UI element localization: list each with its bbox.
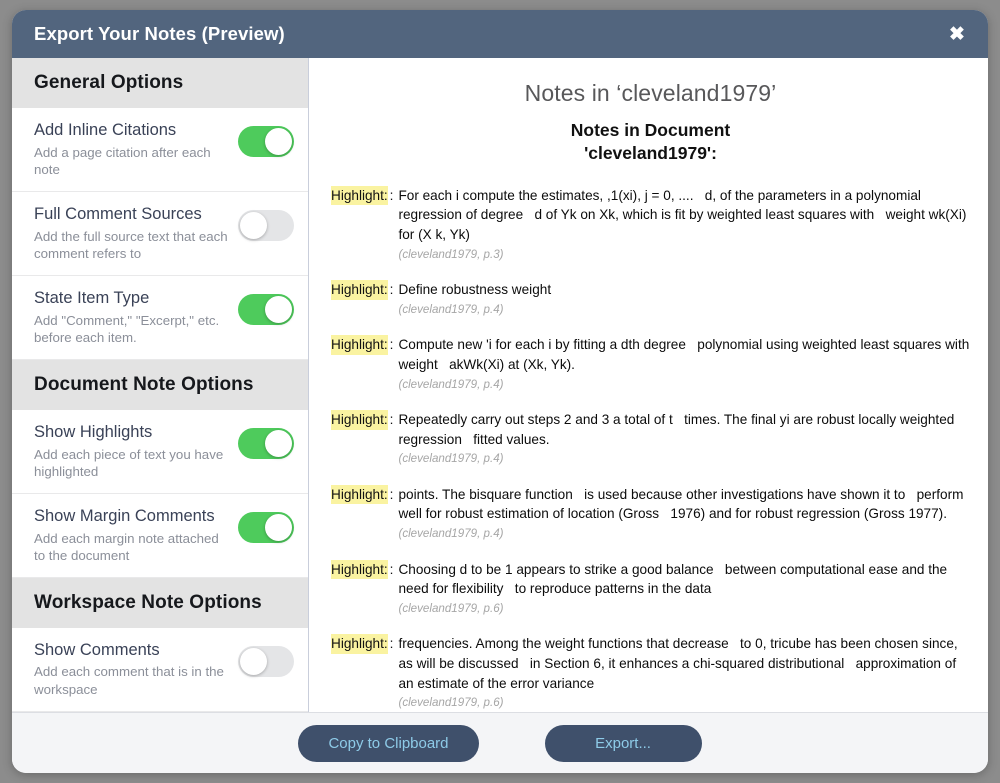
note-text: points. The bisquare function is used be… — [398, 486, 968, 522]
note-separator: : — [389, 187, 394, 203]
option-texts: Add Inline Citations Add a page citation… — [34, 120, 238, 179]
toggle-add-inline-citations[interactable] — [238, 126, 294, 157]
notes-subtitle: Notes in Document 'cleveland1979': — [331, 119, 970, 166]
option-texts: Show Margin Comments Add each margin not… — [34, 506, 238, 565]
option-texts: Show Comments Add each comment that is i… — [34, 640, 238, 699]
toggle-knob — [265, 513, 292, 541]
option-description: Add each margin note attached to the doc… — [34, 530, 219, 564]
option-row-add-inline-citations[interactable]: Add Inline Citations Add a page citation… — [12, 108, 308, 192]
option-title: State Item Type — [34, 288, 150, 307]
note-separator: : — [389, 561, 394, 577]
note-type-label: Highlight: — [331, 634, 388, 655]
export-button[interactable]: Export... — [544, 724, 702, 762]
notes-preview-panel[interactable]: Notes in ‘cleveland1979’ Notes in Docume… — [309, 58, 988, 712]
dialog-footer: Copy to Clipboard Export... — [12, 712, 988, 773]
notes-document-title: Notes in ‘cleveland1979’ — [524, 80, 777, 106]
note-body: Define robustness weight (cleveland1979, … — [398, 280, 970, 318]
export-notes-dialog: Export Your Notes (Preview) ✖ General Op… — [12, 10, 988, 773]
note-citation: (cleveland1979, p.4) — [398, 377, 504, 391]
option-texts: Full Comment Sources Add the full source… — [34, 204, 238, 263]
option-title: Show Margin Comments — [34, 506, 215, 525]
section-header-workspace-note: Workspace Note Options — [12, 577, 308, 628]
toggle-knob — [265, 128, 292, 155]
notes-list: Highlight:: For each i compute the estima… — [331, 185, 970, 712]
note-body: Repeatedly carry out steps 2 and 3 a tot… — [398, 410, 970, 468]
notes-subtitle-line2: 'cleveland1979': — [584, 143, 717, 164]
section-header-document-note: Document Note Options — [12, 359, 308, 410]
dialog-titlebar: Export Your Notes (Preview) ✖ — [12, 10, 988, 58]
note-citation: (cleveland1979, p.3) — [398, 247, 504, 261]
note-item: Highlight:: Compute new 'i for each i by … — [331, 335, 970, 393]
toggle-state-item-type[interactable] — [238, 293, 294, 325]
note-body: For each i compute the estimates, ,1(xi)… — [398, 186, 970, 264]
options-sidebar[interactable]: General Options Add Inline Citations Add… — [12, 58, 309, 712]
note-type-label: Highlight: — [331, 409, 388, 430]
toggle-knob — [265, 429, 292, 457]
note-type-label: Highlight: — [331, 335, 388, 355]
option-title: Add Inline Citations — [34, 121, 177, 139]
toggle-show-margin-comments[interactable] — [238, 511, 294, 543]
note-text: For each i compute the estimates, ,1(xi)… — [398, 187, 971, 242]
note-text: Choosing d to be 1 appears to strike a g… — [398, 561, 951, 597]
option-title: Full Comment Sources — [34, 204, 202, 223]
option-title: Show Comments — [34, 640, 160, 659]
option-description: Add each comment that is in the workspac… — [34, 664, 224, 698]
option-row-full-comment-sources[interactable]: Full Comment Sources Add the full source… — [12, 191, 308, 276]
note-type-label: Highlight: — [331, 484, 388, 505]
note-citation: (cleveland1979, p.6) — [398, 696, 504, 710]
option-description: Add a page citation after each note — [34, 144, 211, 178]
option-title: Show Highlights — [34, 422, 153, 441]
option-description: Add each piece of text you have highligh… — [34, 446, 224, 480]
option-row-show-margin-comments[interactable]: Show Margin Comments Add each margin not… — [12, 493, 308, 578]
section-header-general: General Options — [12, 58, 308, 108]
note-separator: : — [389, 636, 394, 652]
note-body: points. The bisquare function is used be… — [398, 485, 970, 543]
note-item: Highlight:: For each i compute the estima… — [331, 185, 970, 264]
note-text: frequencies. Among the weight functions … — [398, 636, 962, 691]
note-text: Compute new 'i for each i by fitting a d… — [398, 337, 974, 372]
note-item: Highlight:: Repeatedly carry out steps 2 … — [331, 409, 970, 468]
option-row-state-item-type[interactable]: State Item Type Add "Comment," "Excerpt,… — [12, 275, 308, 360]
note-citation: (cleveland1979, p.4) — [398, 302, 504, 316]
note-item: Highlight:: Define robustness weight(clev… — [331, 280, 970, 318]
note-separator: : — [389, 411, 394, 427]
note-type-label: Highlight: — [331, 559, 388, 580]
note-item: Highlight:: Choosing d to be 1 appears to… — [331, 559, 970, 618]
toggle-knob — [240, 647, 267, 675]
note-item: Highlight:: frequencies. Among the weight… — [331, 634, 970, 712]
option-texts: State Item Type Add "Comment," "Excerpt,… — [34, 288, 238, 347]
note-type-label: Highlight: — [331, 280, 388, 300]
note-body: Compute new 'i for each i by fitting a d… — [398, 335, 970, 393]
option-row-show-comments[interactable]: Show Comments Add each comment that is i… — [12, 627, 308, 712]
option-row-show-highlights[interactable]: Show Highlights Add each piece of text y… — [12, 409, 308, 494]
note-separator: : — [389, 486, 394, 502]
note-separator: : — [389, 282, 394, 298]
note-citation: (cleveland1979, p.4) — [398, 452, 504, 466]
note-citation: (cleveland1979, p.4) — [398, 527, 504, 541]
option-description: Add "Comment," "Excerpt," etc. before ea… — [34, 312, 220, 346]
copy-to-clipboard-button[interactable]: Copy to Clipboard — [298, 724, 479, 762]
option-description: Add the full source text that each comme… — [34, 228, 228, 262]
toggle-show-comments[interactable] — [238, 645, 294, 677]
option-texts: Show Highlights Add each piece of text y… — [34, 422, 238, 481]
close-icon[interactable]: ✖ — [944, 21, 970, 47]
note-item: Highlight:: points. The bisquare function… — [331, 484, 970, 543]
toggle-knob — [265, 295, 292, 323]
note-separator: : — [389, 337, 394, 353]
dialog-title: Export Your Notes (Preview) — [34, 23, 285, 44]
toggle-full-comment-sources[interactable] — [238, 209, 294, 241]
note-body: frequencies. Among the weight functions … — [398, 634, 970, 712]
dialog-body: General Options Add Inline Citations Add… — [12, 58, 988, 712]
note-type-label: Highlight: — [331, 185, 388, 206]
note-citation: (cleveland1979, p.6) — [398, 601, 504, 615]
note-text: Repeatedly carry out steps 2 and 3 a tot… — [398, 411, 959, 447]
note-body: Choosing d to be 1 appears to strike a g… — [398, 560, 970, 618]
notes-subtitle-line1: Notes in Document — [570, 120, 731, 140]
toggle-knob — [240, 211, 267, 239]
note-text: Define robustness weight — [398, 282, 552, 298]
toggle-show-highlights[interactable] — [238, 427, 294, 459]
